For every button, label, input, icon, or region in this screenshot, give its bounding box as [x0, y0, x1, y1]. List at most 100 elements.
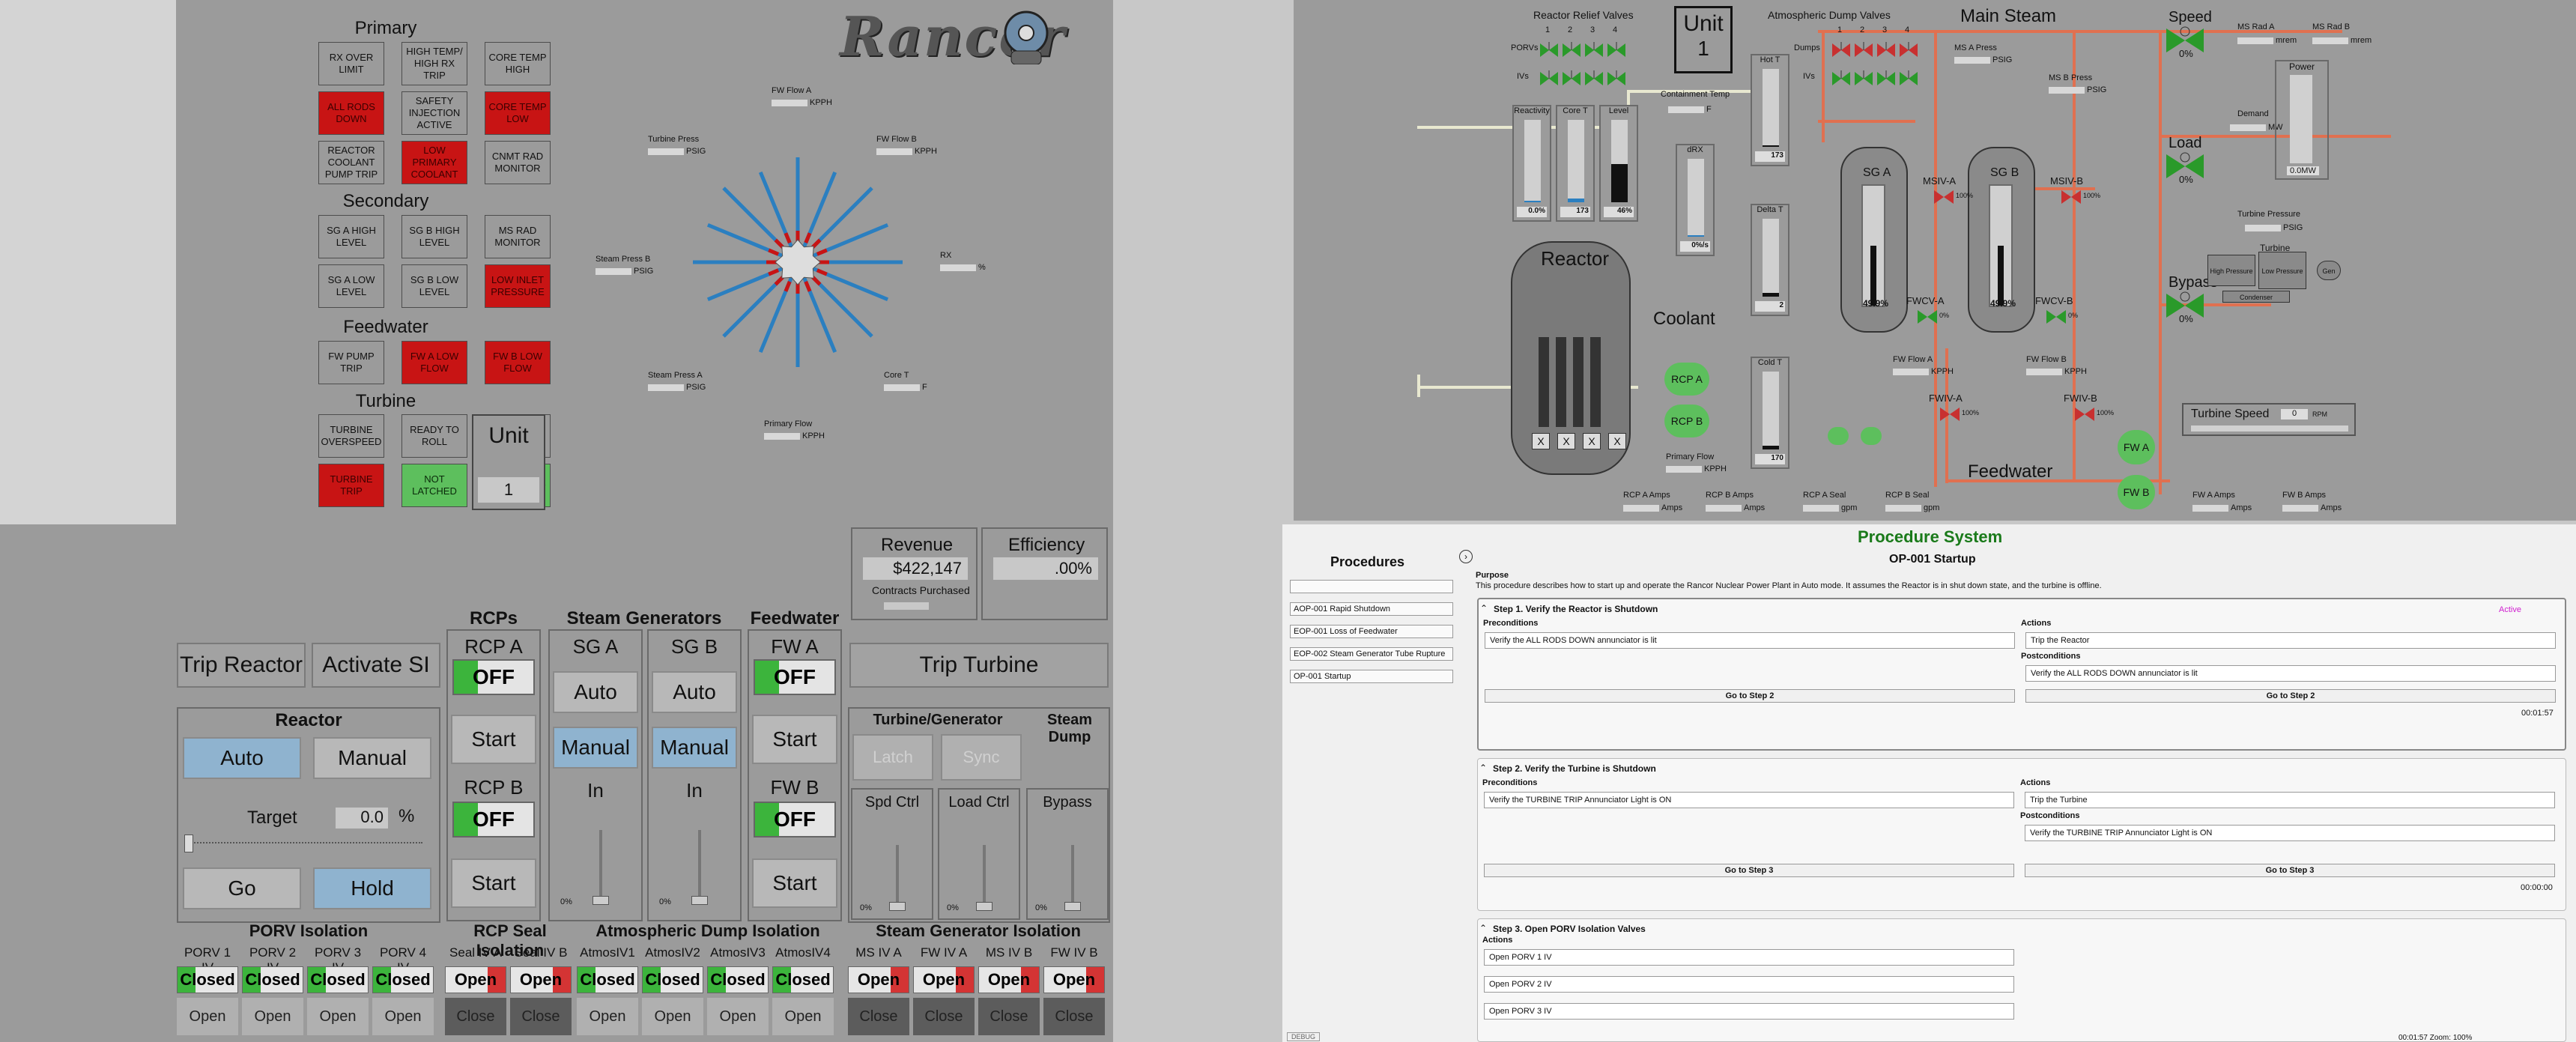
fw-b-start-button[interactable]: Start: [752, 858, 837, 908]
procedure-list-item[interactable]: AOP-001 Rapid Shutdown: [1290, 602, 1453, 616]
latch-button[interactable]: Latch: [852, 734, 933, 781]
iso-valve-action-button[interactable]: Open: [307, 998, 369, 1035]
iso-valve-action-button[interactable]: Close: [510, 998, 572, 1035]
porv-iv-valve-icon[interactable]: [1539, 70, 1559, 87]
iso-valve-action-button[interactable]: Close: [913, 998, 975, 1035]
debug-button[interactable]: DEBUG: [1287, 1032, 1320, 1041]
iso-valve-state[interactable]: Open: [1043, 966, 1105, 993]
dump-valve-icon[interactable]: [1876, 42, 1896, 58]
step-3-action[interactable]: Open PORV 1 IV: [1484, 949, 2014, 966]
iso-valve-action-button[interactable]: Open: [177, 998, 238, 1035]
rcp-a-toggle[interactable]: OFF: [452, 659, 535, 695]
step-2-action[interactable]: Trip the Turbine: [2025, 792, 2555, 808]
procedure-list-item[interactable]: EOP-001 Loss of Feedwater: [1290, 625, 1453, 638]
dump-iv-valve-icon[interactable]: [1831, 70, 1851, 87]
dump-valve-icon[interactable]: [1854, 42, 1873, 58]
porv-valve-icon[interactable]: [1539, 42, 1559, 58]
iso-valve-state[interactable]: Open: [913, 966, 975, 993]
iso-valve-action-button[interactable]: Open: [772, 998, 834, 1035]
iso-valve-state[interactable]: Closed: [242, 966, 303, 993]
reactor-auto-button[interactable]: Auto: [183, 737, 301, 779]
rcp-b-start-button[interactable]: Start: [451, 858, 536, 908]
sg-b-slider[interactable]: [698, 830, 701, 902]
target-slider-track[interactable]: [189, 842, 422, 845]
iso-valve-state[interactable]: Closed: [642, 966, 703, 993]
fw-a-start-button[interactable]: Start: [752, 715, 837, 764]
iso-valve-state[interactable]: Open: [510, 966, 572, 993]
iso-valve-action-button[interactable]: Close: [445, 998, 506, 1035]
iso-valve-action-button[interactable]: Close: [978, 998, 1040, 1035]
target-slider-thumb[interactable]: [184, 834, 193, 852]
target-value[interactable]: 0.0: [336, 808, 388, 829]
iso-valve-state[interactable]: Closed: [372, 966, 434, 993]
porv-valve-icon[interactable]: [1584, 42, 1604, 58]
procedure-search[interactable]: [1290, 580, 1453, 593]
dump-valve-icon[interactable]: [1899, 42, 1918, 58]
step-1-action[interactable]: Trip the Reactor: [2025, 632, 2556, 649]
iso-valve-state[interactable]: Closed: [307, 966, 369, 993]
step-1-go-button-left[interactable]: Go to Step 2: [1485, 689, 2015, 703]
porv-valve-icon[interactable]: [1607, 42, 1626, 58]
sg-b-manual-button[interactable]: Manual: [652, 727, 737, 769]
reactor-manual-button[interactable]: Manual: [313, 737, 431, 779]
porv-valve-icon[interactable]: [1562, 42, 1581, 58]
rcp-a-start-button[interactable]: Start: [451, 715, 536, 764]
step-2-postcondition[interactable]: Verify the TURBINE TRIP Annunciator Ligh…: [2025, 825, 2555, 841]
trip-reactor-button[interactable]: Trip Reactor: [177, 643, 306, 688]
chevron-right-icon[interactable]: ›: [1459, 550, 1473, 563]
dump-iv-valve-icon[interactable]: [1854, 70, 1873, 87]
iso-valve-state[interactable]: Open: [445, 966, 506, 993]
sg-b-auto-button[interactable]: Auto: [652, 671, 737, 713]
iso-valve-state[interactable]: Open: [978, 966, 1040, 993]
fw-a-toggle[interactable]: OFF: [754, 659, 836, 695]
dump-iv-valve-icon[interactable]: [1899, 70, 1918, 87]
iso-valve-state[interactable]: Closed: [772, 966, 834, 993]
sg-b-slider-thumb[interactable]: [691, 896, 708, 905]
load-ctrl-slider[interactable]: [983, 845, 986, 905]
collapse-icon[interactable]: ⌃: [1479, 763, 1487, 773]
bypass-slider[interactable]: [1071, 845, 1074, 905]
activate-si-button[interactable]: Activate SI: [312, 643, 440, 688]
iso-valve-action-button[interactable]: Open: [242, 998, 303, 1035]
collapse-icon[interactable]: ⌃: [1480, 603, 1488, 614]
fwiv-a-valve-icon[interactable]: [1939, 406, 1960, 422]
porv-iv-valve-icon[interactable]: [1607, 70, 1626, 87]
step-3-action[interactable]: Open PORV 2 IV: [1484, 976, 2014, 993]
procedure-list-item[interactable]: EOP-002 Steam Generator Tube Rupture: [1290, 647, 1453, 661]
step-2-go-button-right[interactable]: Go to Step 3: [2025, 864, 2555, 877]
iso-valve-state[interactable]: Open: [848, 966, 909, 993]
step-1-postcondition[interactable]: Verify the ALL RODS DOWN annunciator is …: [2025, 665, 2556, 682]
msiv-a-valve-icon[interactable]: [1933, 189, 1954, 205]
step-1-precondition[interactable]: Verify the ALL RODS DOWN annunciator is …: [1485, 632, 2015, 649]
fwcv-a-valve-icon[interactable]: [1917, 309, 1938, 325]
step-2-precondition[interactable]: Verify the TURBINE TRIP Annunciator Ligh…: [1484, 792, 2014, 808]
sg-a-auto-button[interactable]: Auto: [553, 671, 638, 713]
iso-valve-action-button[interactable]: Open: [642, 998, 703, 1035]
dump-iv-valve-icon[interactable]: [1876, 70, 1896, 87]
sg-a-manual-button[interactable]: Manual: [553, 727, 638, 769]
step-1-go-button-right[interactable]: Go to Step 2: [2025, 689, 2556, 703]
dump-valve-icon[interactable]: [1831, 42, 1851, 58]
sync-button[interactable]: Sync: [941, 734, 1022, 781]
sg-a-slider-thumb[interactable]: [593, 896, 609, 905]
step-3-action[interactable]: Open PORV 3 IV: [1484, 1003, 2014, 1020]
rcp-b-toggle[interactable]: OFF: [452, 802, 535, 837]
fwcv-b-valve-icon[interactable]: [2046, 309, 2067, 325]
hold-button[interactable]: Hold: [313, 867, 431, 909]
spd-ctrl-thumb[interactable]: [889, 902, 906, 911]
procedure-list-item[interactable]: OP-001 Startup: [1290, 670, 1453, 683]
iso-valve-action-button[interactable]: Close: [848, 998, 909, 1035]
iso-valve-state[interactable]: Closed: [707, 966, 769, 993]
bypass-thumb[interactable]: [1064, 902, 1081, 911]
step-2-go-button-left[interactable]: Go to Step 3: [1484, 864, 2014, 877]
porv-iv-valve-icon[interactable]: [1562, 70, 1581, 87]
contracts-slider[interactable]: [884, 602, 929, 610]
sg-a-slider[interactable]: [599, 830, 602, 902]
iso-valve-action-button[interactable]: Close: [1043, 998, 1105, 1035]
trip-turbine-button[interactable]: Trip Turbine: [849, 643, 1109, 688]
collapse-icon[interactable]: ⌃: [1479, 923, 1487, 933]
load-ctrl-thumb[interactable]: [976, 902, 992, 911]
fw-b-toggle[interactable]: OFF: [754, 802, 836, 837]
go-button[interactable]: Go: [183, 867, 301, 909]
fwiv-b-valve-icon[interactable]: [2074, 406, 2095, 422]
